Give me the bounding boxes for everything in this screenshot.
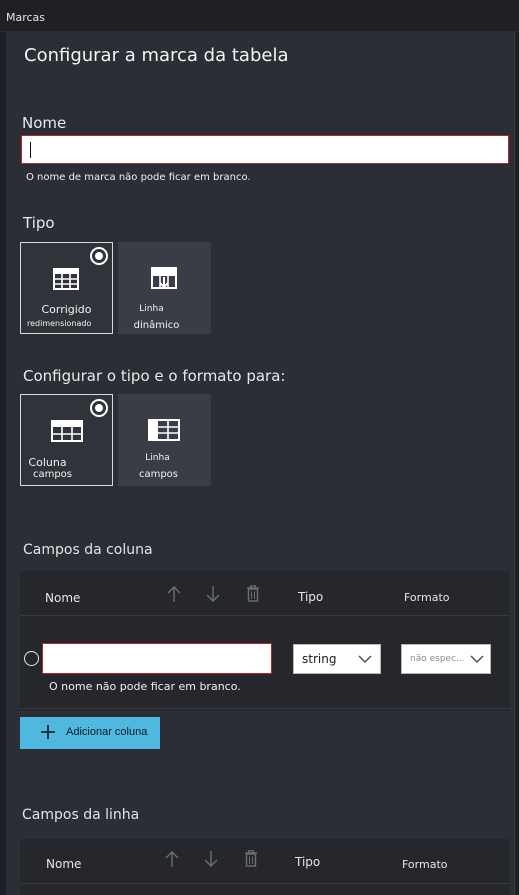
format-option-row-fields[interactable]: Linha campos: [118, 394, 211, 486]
format-option-line2: campos: [138, 469, 179, 480]
column-type-value: string: [302, 652, 337, 666]
plus-icon: [41, 725, 55, 739]
move-up-icon[interactable]: [164, 850, 180, 868]
column-header-format: Formato: [404, 591, 450, 604]
row-header-type: Tipo: [295, 855, 321, 869]
column-name-error: O nome não pode ficar em branco.: [49, 680, 241, 693]
column-fields-table: Nome Tipo Formato O nome não pode ficar …: [20, 571, 510, 711]
column-fields-title: Campos da coluna: [23, 542, 153, 558]
format-option-line1: Linha: [145, 453, 170, 463]
column-header-name: Nome: [45, 591, 81, 605]
move-down-icon[interactable]: [203, 850, 219, 868]
panel-title: Configurar a marca da tabela: [24, 45, 289, 66]
window-titlebar: Marcas: [0, 0, 519, 32]
brand-config-panel: Configurar a marca da tabela Nome O nome…: [6, 32, 514, 895]
selected-radio-icon: [90, 247, 108, 265]
column-header-type: Tipo: [298, 590, 324, 604]
scrollbar-track[interactable]: [514, 32, 515, 895]
selected-radio-icon: [90, 399, 108, 417]
format-option-line1: Coluna: [28, 456, 67, 469]
row-fields-table: Nome Tipo Formato: [20, 839, 510, 895]
type-option-line1: Linha: [139, 304, 164, 314]
delete-icon[interactable]: [246, 585, 260, 602]
row-header-format: Formato: [402, 858, 448, 871]
name-label: Nome: [22, 114, 67, 132]
format-section-label: Configurar o tipo e o formato para:: [23, 367, 286, 385]
column-type-select[interactable]: string: [293, 644, 381, 674]
row-fields-icon: [148, 419, 180, 441]
dynamic-row-table-icon: [151, 267, 177, 289]
type-label: Tipo: [23, 214, 55, 232]
type-option-fixed[interactable]: Corrigido redimensionado: [20, 242, 113, 334]
delete-icon[interactable]: [244, 850, 258, 867]
header-divider: [20, 883, 510, 884]
format-option-line2: campos: [32, 469, 73, 480]
type-option-line1: Corrigido: [41, 303, 92, 316]
add-column-label: Adicionar coluna: [66, 726, 148, 738]
type-option-line2: redimensionado: [27, 319, 92, 328]
header-divider: [20, 615, 510, 616]
name-error-message: O nome de marca não pode ficar em branco…: [26, 172, 251, 183]
fixed-table-icon: [53, 268, 79, 290]
column-fields-icon: [51, 420, 83, 442]
window-title: Marcas: [6, 11, 46, 24]
row-header-name: Nome: [46, 857, 82, 871]
type-option-line2: dinâmico: [133, 320, 180, 331]
chevron-down-icon: [358, 655, 372, 663]
column-name-input[interactable]: [42, 643, 272, 674]
row-select-radio[interactable]: [24, 651, 39, 666]
row-fields-title: Campos da linha: [22, 807, 140, 823]
brand-name-input[interactable]: [21, 135, 509, 164]
chevron-down-icon: [470, 655, 484, 663]
move-up-icon[interactable]: [166, 585, 182, 603]
format-option-column-fields[interactable]: Coluna campos: [20, 394, 113, 486]
type-option-dynamic[interactable]: Linha dinâmico: [118, 242, 211, 334]
add-column-button[interactable]: Adicionar coluna: [20, 717, 160, 749]
text-caret: [30, 142, 31, 158]
column-format-select[interactable]: não espec...: [401, 644, 491, 674]
column-format-value: não espec...: [410, 654, 465, 664]
row-divider: [20, 708, 510, 709]
move-down-icon[interactable]: [205, 585, 221, 603]
